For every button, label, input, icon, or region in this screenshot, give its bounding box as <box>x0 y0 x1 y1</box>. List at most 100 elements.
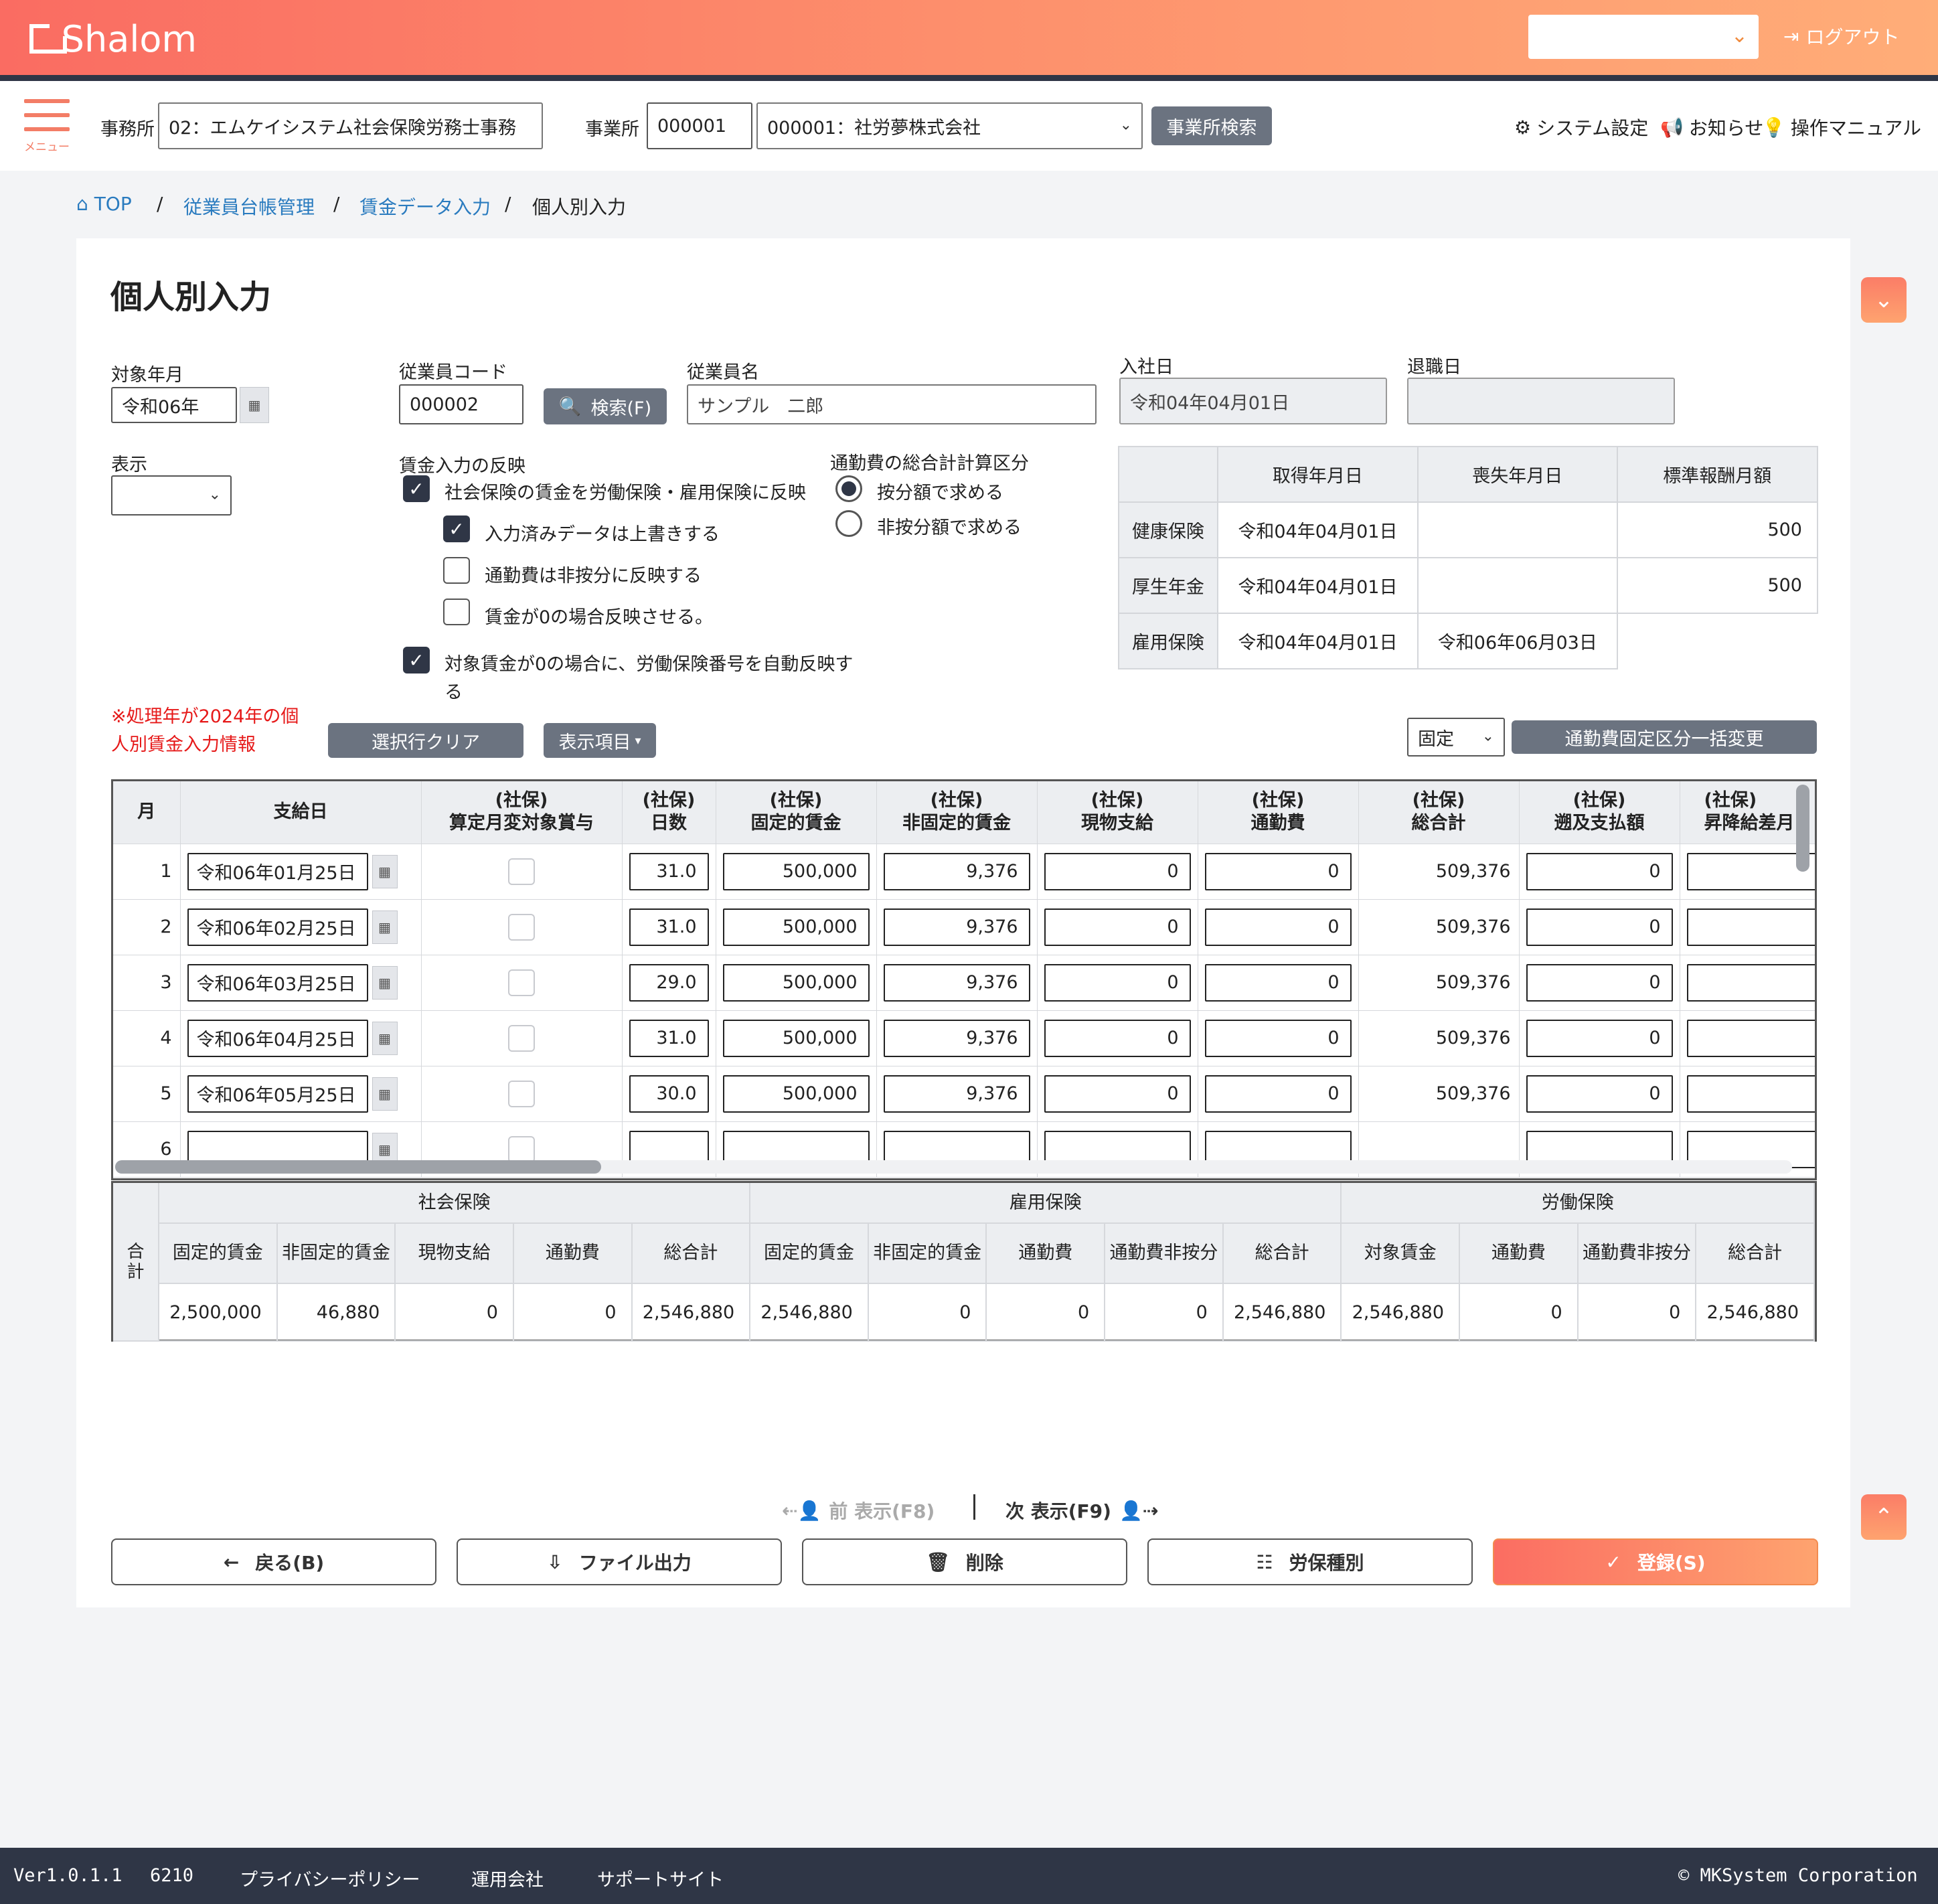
horizontal-scrollbar[interactable] <box>115 1160 601 1174</box>
fixed-select[interactable]: 固定 ⌄ <box>1407 718 1505 757</box>
breadcrumb-top[interactable]: ⌂ TOP <box>76 193 132 215</box>
vertical-scrollbar[interactable] <box>1796 785 1809 872</box>
retro-input[interactable]: 0 <box>1526 852 1673 890</box>
bonus-checkbox[interactable] <box>508 913 535 941</box>
header-select[interactable]: ⌄ <box>1528 15 1759 59</box>
commute-input[interactable]: 0 <box>1204 963 1352 1002</box>
register-button[interactable]: ✓ 登録(S) <box>1493 1538 1818 1585</box>
zero-wage-checkbox[interactable] <box>443 599 470 625</box>
privacy-link[interactable]: プライバシーポリシー <box>240 1865 420 1891</box>
auto-reflect-checkbox[interactable]: ✓ <box>403 647 430 673</box>
calendar-icon[interactable]: ▦ <box>372 854 398 888</box>
employee-code-input[interactable]: 000002 <box>399 384 523 424</box>
fixed-wage-input[interactable]: 500,000 <box>722 1075 870 1113</box>
days-input[interactable]: 31.0 <box>629 908 709 946</box>
employee-name-field[interactable]: サンプル 二郎 <box>687 384 1097 424</box>
calendar-icon[interactable]: ▦ <box>372 965 398 1000</box>
in-kind-input[interactable]: 0 <box>1044 908 1191 946</box>
raise-diff-input[interactable] <box>1686 963 1815 1002</box>
days-input[interactable]: 31.0 <box>629 1019 709 1057</box>
raise-diff-input[interactable] <box>1686 1019 1815 1057</box>
bonus-checkbox[interactable] <box>508 1024 535 1052</box>
breadcrumb-wage-input[interactable]: 賃金データ入力 <box>359 193 491 220</box>
pay-date-input[interactable]: 令和06年02月25日 <box>187 908 368 946</box>
bonus-checkbox[interactable] <box>508 858 535 885</box>
back-button[interactable]: ← 戻る(B) <box>111 1538 436 1585</box>
employee-search-button[interactable]: 🔍 検索(F) <box>544 388 667 424</box>
nonfixed-wage-input[interactable]: 9,376 <box>883 852 1030 890</box>
commute-input[interactable]: 0 <box>1204 1075 1352 1113</box>
days-input[interactable]: 31.0 <box>629 852 709 890</box>
breadcrumb-employee-ledger[interactable]: 従業員台帳管理 <box>183 193 315 220</box>
calendar-icon[interactable]: ▦ <box>372 910 398 944</box>
prorate-radio[interactable] <box>835 475 862 502</box>
commute-input[interactable]: 0 <box>1204 908 1352 946</box>
reflect-social-checkbox[interactable]: ✓ <box>403 475 430 502</box>
pay-date-input[interactable]: 令和06年03月25日 <box>187 963 368 1002</box>
prev-button[interactable]: ⇠👤 前 表示(F8) <box>782 1497 935 1524</box>
retro-input[interactable]: 0 <box>1526 1019 1673 1057</box>
company-link[interactable]: 運用会社 <box>471 1865 544 1891</box>
display-items-button[interactable]: 表示項目 ▾ <box>544 723 656 758</box>
fixed-wage-input[interactable]: 500,000 <box>722 1019 870 1057</box>
calendar-icon[interactable]: ▦ <box>372 1021 398 1055</box>
pay-date-input[interactable]: 令和06年05月25日 <box>187 1075 368 1113</box>
manual-link[interactable]: 💡 操作マニュアル <box>1762 114 1921 141</box>
next-button[interactable]: 次 表示(F9) 👤⇢ <box>1005 1497 1158 1524</box>
raise-diff-input[interactable] <box>1686 908 1815 946</box>
retro-input[interactable]: 0 <box>1526 908 1673 946</box>
pay-date-input[interactable]: 令和06年04月25日 <box>187 1019 368 1057</box>
raise-diff-input[interactable] <box>1686 1075 1815 1113</box>
system-settings-link[interactable]: ⚙ システム設定 <box>1514 114 1648 141</box>
nonprorate-radio[interactable] <box>835 510 862 537</box>
establishment-search-button[interactable]: 事業所検索 <box>1151 106 1272 145</box>
bonus-checkbox[interactable] <box>508 969 535 996</box>
menu-button[interactable]: メニュー <box>24 99 70 161</box>
fixed-wage-input[interactable]: 500,000 <box>722 963 870 1002</box>
commute-input[interactable]: 0 <box>1204 1019 1352 1057</box>
nonfixed-wage-input[interactable]: 9,376 <box>883 1019 1030 1057</box>
target-month-input[interactable]: 令和06年 <box>111 387 237 423</box>
scroll-down-button[interactable]: ⌄ <box>1861 277 1907 323</box>
bulk-commute-change-button[interactable]: 通勤費固定区分一括変更 <box>1512 720 1817 754</box>
days-input[interactable]: 29.0 <box>629 963 709 1002</box>
establishment-code-input[interactable]: 000001 <box>647 102 752 149</box>
clear-selection-button[interactable]: 選択行クリア <box>328 723 523 758</box>
calendar-icon[interactable]: ▦ <box>372 1077 398 1111</box>
nonfixed-wage-input[interactable]: 9,376 <box>883 963 1030 1002</box>
check-icon: ✓ <box>1605 1551 1621 1573</box>
fixed-wage-input[interactable]: 500,000 <box>722 852 870 890</box>
days-input[interactable]: 30.0 <box>629 1075 709 1113</box>
establishment-select[interactable]: 000001：社労夢株式会社 ⌄ <box>756 102 1143 149</box>
fixed-wage-input[interactable]: 500,000 <box>722 908 870 946</box>
footer: Ver1.0.1.1 6210 プライバシーポリシー 運用会社 サポートサイト … <box>0 1848 1938 1904</box>
commute-nonprorate-checkbox[interactable] <box>443 557 470 584</box>
retro-input[interactable]: 0 <box>1526 1075 1673 1113</box>
in-kind-input[interactable]: 0 <box>1044 1075 1191 1113</box>
retro-input[interactable]: 0 <box>1526 963 1673 1002</box>
in-kind-input[interactable]: 0 <box>1044 1019 1191 1057</box>
calendar-icon[interactable]: ▦ <box>240 387 269 423</box>
display-select[interactable]: ⌄ <box>111 475 232 515</box>
in-kind-input[interactable]: 0 <box>1044 852 1191 890</box>
nonfixed-wage-input[interactable]: 9,376 <box>883 1075 1030 1113</box>
pay-date-input[interactable]: 令和06年01月25日 <box>187 852 368 890</box>
support-link[interactable]: サポートサイト <box>597 1865 724 1891</box>
labor-type-button[interactable]: ☷ 労保種別 <box>1147 1538 1473 1585</box>
bonus-checkbox[interactable] <box>508 1080 535 1107</box>
file-output-button[interactable]: ⇩ ファイル出力 <box>457 1538 782 1585</box>
logout-button[interactable]: ⇥ ログアウト <box>1783 23 1899 50</box>
totals-value: 0 <box>395 1283 514 1342</box>
nonfixed-wage-input[interactable]: 9,376 <box>883 908 1030 946</box>
in-kind-input[interactable]: 0 <box>1044 963 1191 1002</box>
delete-button[interactable]: 🗑 削除 <box>802 1538 1127 1585</box>
office-field[interactable]: 02：エムケイシステム社会保険労務士事務 <box>158 102 543 149</box>
app-logo[interactable]: Shalom <box>29 18 197 60</box>
totals-value: 2,546,880 <box>1222 1283 1342 1342</box>
lightbulb-icon: 💡 <box>1762 116 1785 139</box>
notice-link[interactable]: 📢 お知らせ <box>1660 114 1763 141</box>
bonus-checkbox[interactable] <box>508 1135 535 1163</box>
commute-input[interactable]: 0 <box>1204 852 1352 890</box>
scroll-top-button[interactable]: ⌃ <box>1861 1494 1907 1540</box>
overwrite-checkbox[interactable]: ✓ <box>443 515 470 542</box>
